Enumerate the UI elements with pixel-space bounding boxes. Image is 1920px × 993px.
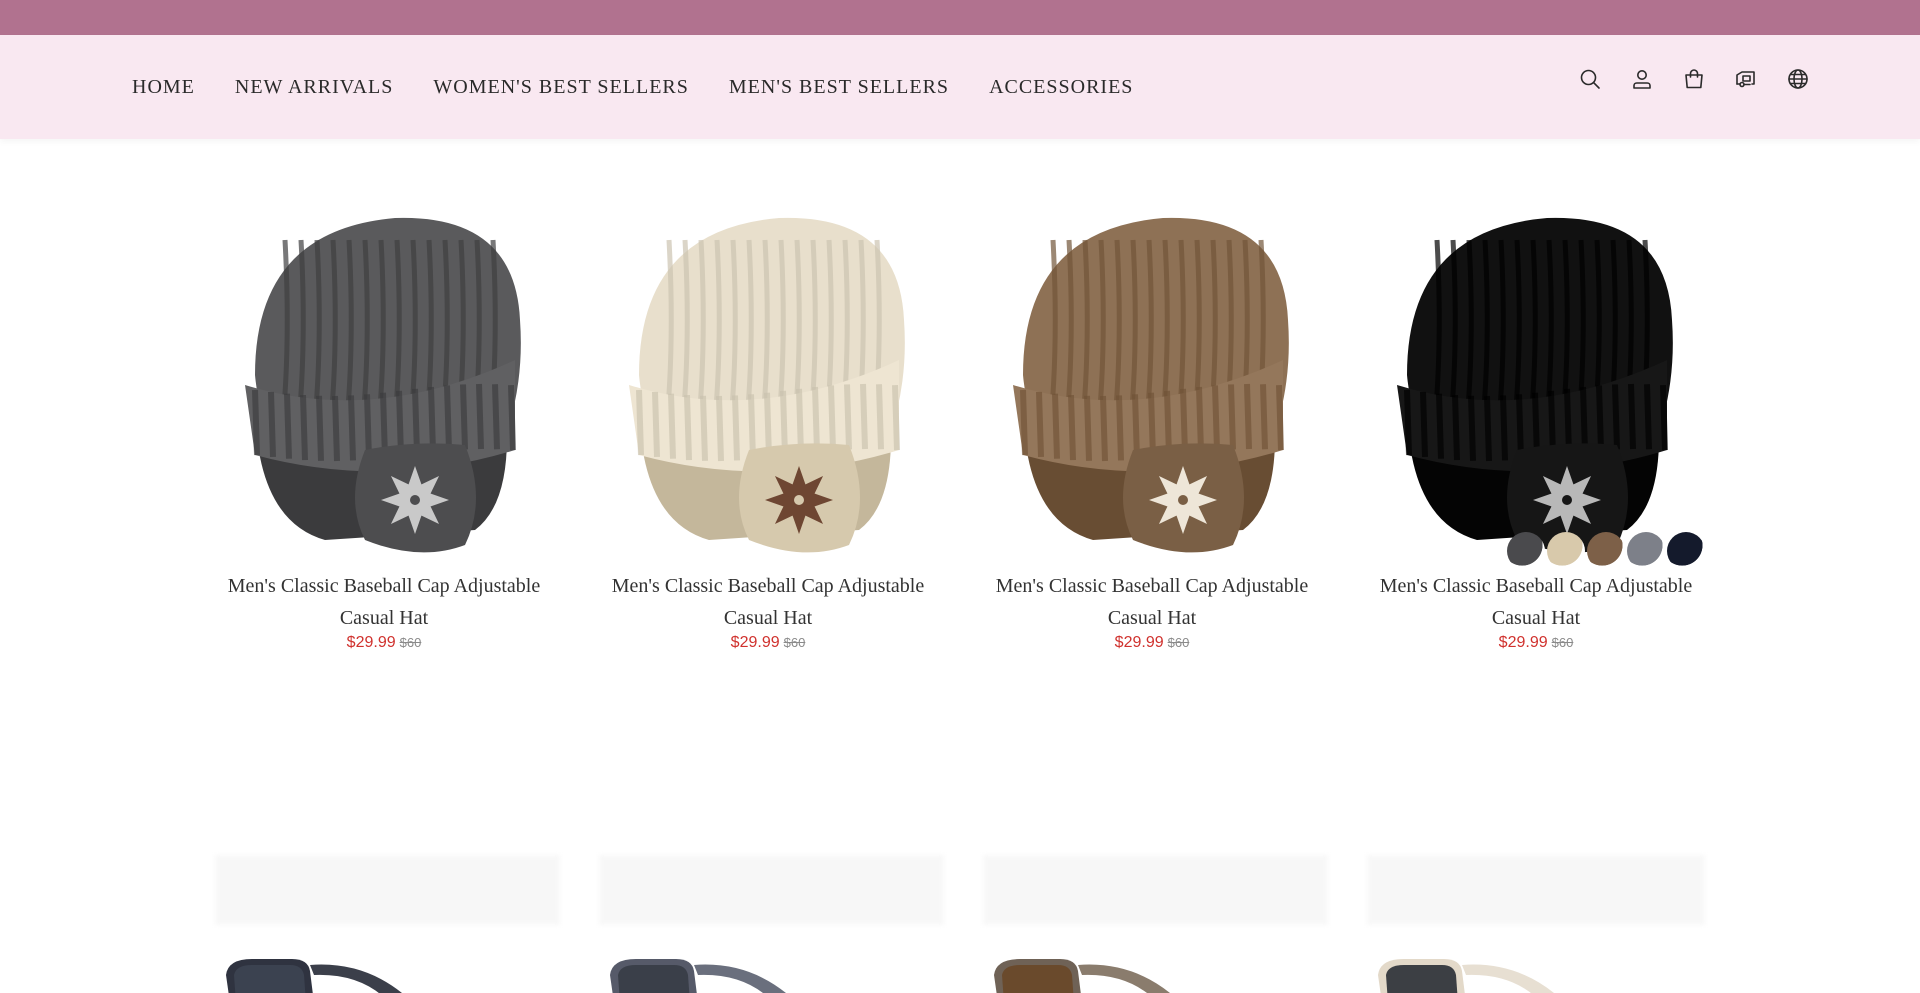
cart-icon[interactable]: [1681, 66, 1707, 92]
site-header: HOME NEW ARRIVALS WOMEN'S BEST SELLERS M…: [0, 35, 1920, 139]
color-swatch[interactable]: [1587, 532, 1625, 570]
product-price: $29.99 $60: [1367, 634, 1705, 652]
shipping-icon[interactable]: [1733, 66, 1759, 92]
sale-price: $29.99: [1498, 634, 1548, 651]
product-title[interactable]: Men's Classic Baseball Cap Adjustable Ca…: [983, 570, 1321, 634]
product-card[interactable]: Men's Classic Baseball Cap Adjustable Ca…: [215, 200, 553, 652]
loading-placeholder: [215, 855, 560, 925]
loading-placeholder: [1367, 855, 1705, 925]
product-title[interactable]: Men's Classic Baseball Cap Adjustable Ca…: [599, 570, 937, 634]
original-price: $60: [783, 635, 806, 650]
color-swatches: [1507, 532, 1705, 570]
product-title[interactable]: Men's Classic Baseball Cap Adjustable Ca…: [1367, 570, 1705, 634]
nav-new-arrivals[interactable]: NEW ARRIVALS: [235, 76, 394, 99]
nav-accessories[interactable]: ACCESSORIES: [989, 76, 1133, 99]
sunglasses-image[interactable]: [1374, 953, 1584, 993]
snowflake-icon: [765, 466, 833, 534]
search-icon[interactable]: [1577, 66, 1603, 92]
sale-price: $29.99: [730, 634, 780, 651]
product-image[interactable]: [983, 200, 1321, 570]
original-price: $60: [1551, 635, 1574, 650]
nav-home[interactable]: HOME: [132, 76, 195, 99]
main-nav: HOME NEW ARRIVALS WOMEN'S BEST SELLERS M…: [132, 35, 1173, 139]
nav-mens-best-sellers[interactable]: MEN'S BEST SELLERS: [729, 76, 949, 99]
product-price: $29.99 $60: [215, 634, 553, 652]
loading-placeholder: [983, 855, 1328, 925]
product-image[interactable]: [215, 200, 553, 570]
account-icon[interactable]: [1629, 66, 1655, 92]
product-price: $29.99 $60: [599, 634, 937, 652]
product-price: $29.99 $60: [983, 634, 1321, 652]
product-image[interactable]: [599, 200, 937, 570]
knit-hat-illustration: [245, 217, 521, 553]
nav-womens-best-sellers[interactable]: WOMEN'S BEST SELLERS: [433, 76, 688, 99]
color-swatch[interactable]: [1547, 532, 1585, 570]
color-swatch[interactable]: [1507, 532, 1545, 570]
product-title[interactable]: Men's Classic Baseball Cap Adjustable Ca…: [215, 570, 553, 634]
snowflake-icon: [1533, 466, 1601, 534]
product-image[interactable]: [1367, 200, 1705, 570]
product-card[interactable]: Men's Classic Baseball Cap Adjustable Ca…: [599, 200, 937, 652]
globe-icon[interactable]: [1785, 66, 1811, 92]
sunglasses-image[interactable]: [606, 953, 816, 993]
knit-hat-illustration: [1397, 217, 1673, 553]
announcement-bar: [0, 0, 1920, 35]
product-card[interactable]: Men's Classic Baseball Cap Adjustable Ca…: [1367, 200, 1705, 652]
color-swatch[interactable]: [1667, 532, 1705, 570]
sunglasses-image[interactable]: [222, 953, 432, 993]
color-swatch[interactable]: [1627, 532, 1665, 570]
snowflake-icon: [1149, 466, 1217, 534]
product-card[interactable]: Men's Classic Baseball Cap Adjustable Ca…: [983, 200, 1321, 652]
snowflake-icon: [381, 466, 449, 534]
sale-price: $29.99: [346, 634, 396, 651]
original-price: $60: [399, 635, 422, 650]
knit-hat-illustration: [1013, 217, 1289, 553]
knit-hat-illustration: [629, 217, 905, 553]
original-price: $60: [1167, 635, 1190, 650]
header-icons: [1577, 66, 1811, 92]
sunglasses-image[interactable]: [990, 953, 1200, 993]
sale-price: $29.99: [1114, 634, 1164, 651]
loading-placeholder: [599, 855, 944, 925]
